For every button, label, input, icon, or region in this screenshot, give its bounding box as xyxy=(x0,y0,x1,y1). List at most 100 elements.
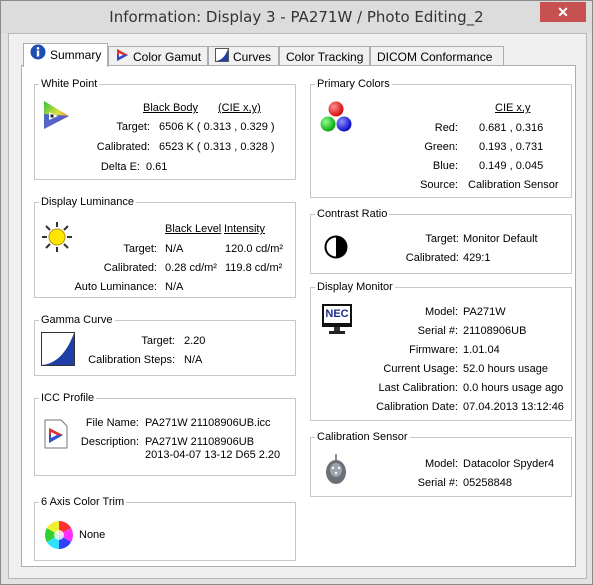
calibrated-intensity: 119.8 cd/m² xyxy=(225,262,283,274)
info-icon xyxy=(30,44,46,67)
color-wheel-icon xyxy=(44,520,74,553)
target-label: Target: xyxy=(141,335,175,347)
black-body-header: Black Body xyxy=(143,102,199,114)
description-label: Description: xyxy=(80,436,139,448)
group-title: Display Luminance xyxy=(39,195,136,209)
group-title: Gamma Curve xyxy=(39,313,115,327)
white-point-gamut-icon xyxy=(42,100,70,133)
source-value: Calibration Sensor xyxy=(468,179,559,191)
group-title: White Point xyxy=(39,77,100,91)
sensor-serial-value: 05258848 xyxy=(463,477,512,489)
display-luminance-group: Display Luminance Black Level Intensity … xyxy=(34,195,296,298)
file-name-label: File Name: xyxy=(85,417,139,429)
auto-luminance-value: N/A xyxy=(165,281,184,293)
target-value: 2.20 xyxy=(184,335,206,347)
green-label: Green: xyxy=(424,141,458,153)
tab-label: Color Gamut xyxy=(133,50,202,64)
primary-colors-group: Primary Colors CIE x,y Red: 0.681 , 0.31… xyxy=(310,77,572,198)
blue-label: Blue: xyxy=(432,160,458,172)
calibration-date-label: Calibration Date: xyxy=(376,401,458,413)
blue-value: 0.149 , 0.045 xyxy=(479,160,544,172)
calibration-date-value: 07.04.2013 13:12:46 xyxy=(463,401,564,413)
tab-color-gamut[interactable]: Color Gamut xyxy=(108,46,208,66)
current-usage-value: 52.0 hours usage xyxy=(463,363,549,375)
gamma-curve-icon xyxy=(41,332,75,369)
title-bar[interactable]: Information: Display 3 - PA271W / Photo … xyxy=(1,1,592,33)
window-title: Information: Display 3 - PA271W / Photo … xyxy=(109,8,484,26)
close-button[interactable]: ✕ xyxy=(540,2,586,22)
sensor-serial-label: Serial #: xyxy=(417,477,458,489)
target-black-level: N/A xyxy=(165,243,184,255)
group-title: 6 Axis Color Trim xyxy=(39,495,127,509)
tab-curves[interactable]: Curves xyxy=(208,46,279,66)
description-line-2: 2013-04-07 13-12 D65 2.20 xyxy=(145,449,281,461)
group-title: Contrast Ratio xyxy=(315,207,390,221)
calibrated-value: 429:1 xyxy=(463,252,491,264)
target-label: Target: xyxy=(123,243,157,255)
firmware-value: 1.01.04 xyxy=(463,344,500,356)
last-calibration-value: 0.0 hours usage ago xyxy=(463,382,564,394)
green-value: 0.193 , 0.731 xyxy=(479,141,544,153)
sun-icon xyxy=(41,221,73,256)
dialog-client: Summary Color Gamut Curves Color Trackin… xyxy=(8,33,587,579)
delta-e-value: 0.61 xyxy=(146,161,168,173)
serial-value: 21108906UB xyxy=(463,325,527,337)
rgb-primaries-icon xyxy=(319,101,353,136)
sensor-model-label: Model: xyxy=(424,458,458,470)
gamma-curve-group: Gamma Curve Target: 2.20 Calibration Ste… xyxy=(34,313,296,376)
red-label: Red: xyxy=(434,122,458,134)
calibrated-label: Calibrated: xyxy=(103,262,157,274)
group-title: Display Monitor xyxy=(315,280,395,294)
intensity-header: Intensity xyxy=(224,223,265,235)
auto-luminance-label: Auto Luminance: xyxy=(74,281,157,293)
color-trim-value: None xyxy=(79,529,106,541)
tab-label: Summary xyxy=(50,48,102,62)
tab-dicom-conformance[interactable]: DICOM Conformance xyxy=(370,46,504,66)
tab-label: DICOM Conformance xyxy=(377,50,493,64)
model-label: Model: xyxy=(424,306,458,318)
black-level-header: Black Level xyxy=(165,223,222,235)
contrast-ratio-group: Contrast Ratio Target: Monitor Default C… xyxy=(310,207,572,274)
target-value: 6506 K ( 0.313 , 0.329 ) xyxy=(159,121,275,133)
white-point-group: White Point Black Body (CIE x,y) Target:… xyxy=(34,77,296,180)
target-value: Monitor Default xyxy=(463,233,538,245)
information-window: Information: Display 3 - PA271W / Photo … xyxy=(0,0,593,585)
summary-page: White Point Black Body (CIE x,y) Target:… xyxy=(21,65,576,567)
file-name-value: PA271W 21108906UB.icc xyxy=(145,417,271,429)
color-trim-group: 6 Axis Color Trim None xyxy=(34,495,296,561)
current-usage-label: Current Usage: xyxy=(383,363,458,375)
icc-profile-icon xyxy=(44,419,68,452)
display-monitor-group: Display Monitor NEC Model: PA271W Serial… xyxy=(310,280,572,421)
sensor-icon xyxy=(324,454,348,489)
calibration-sensor-group: Calibration Sensor Model: Datacolor Spyd… xyxy=(310,430,572,497)
calibrated-black-level: 0.28 cd/m² xyxy=(165,262,217,274)
monitor-icon: NEC xyxy=(321,303,353,338)
sensor-model-value: Datacolor Spyder4 xyxy=(463,458,555,470)
target-intensity: 120.0 cd/m² xyxy=(225,243,284,255)
serial-label: Serial #: xyxy=(417,325,458,337)
group-title: Primary Colors xyxy=(315,77,392,91)
group-title: ICC Profile xyxy=(39,391,97,405)
tab-label: Curves xyxy=(233,50,272,64)
red-value: 0.681 , 0.316 xyxy=(479,122,544,134)
calibration-steps-value: N/A xyxy=(184,354,203,366)
last-calibration-label: Last Calibration: xyxy=(378,382,459,394)
delta-e-label: Delta E: xyxy=(100,161,140,173)
cie-xy-header: CIE x,y xyxy=(495,102,531,114)
cie-xy-header: (CIE x,y) xyxy=(218,102,261,114)
contrast-icon xyxy=(324,235,348,262)
tab-summary[interactable]: Summary xyxy=(23,43,108,67)
calibration-steps-label: Calibration Steps: xyxy=(88,354,175,366)
tab-color-tracking[interactable]: Color Tracking xyxy=(279,46,370,66)
nec-logo: NEC xyxy=(325,308,349,320)
calibrated-value: 6523 K ( 0.313 , 0.328 ) xyxy=(159,141,275,153)
calibrated-label: Calibrated: xyxy=(405,252,459,264)
tab-label: Color Tracking xyxy=(286,50,364,64)
group-title: Calibration Sensor xyxy=(315,430,410,444)
source-label: Source: xyxy=(420,179,458,191)
target-label: Target: xyxy=(425,233,459,245)
target-label: Target: xyxy=(116,121,150,133)
description-line-1: PA271W 21108906UB xyxy=(145,436,255,448)
icc-profile-group: ICC Profile File Name: PA271W 21108906UB… xyxy=(34,391,296,476)
calibrated-label: Calibrated: xyxy=(96,141,150,153)
